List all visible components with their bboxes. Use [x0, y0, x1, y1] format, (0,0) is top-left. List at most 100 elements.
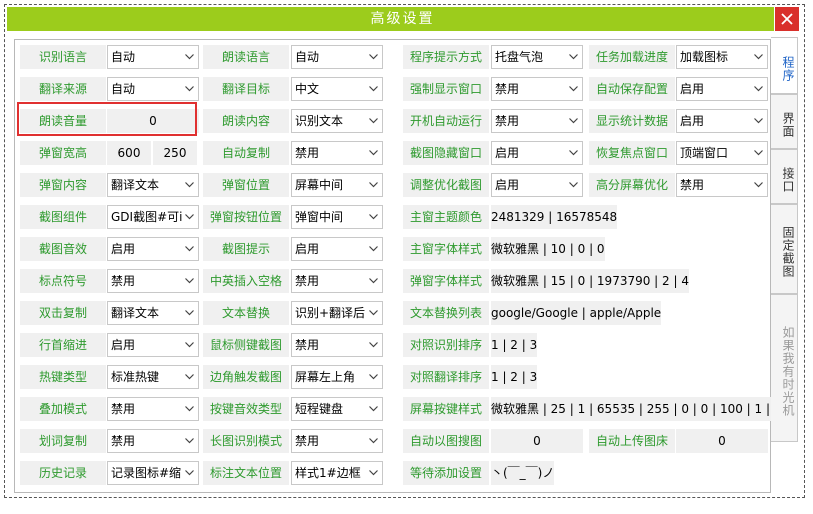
dropdown-value: 启用: [495, 146, 520, 160]
setting-value-wide[interactable]: 微软雅黑 | 10 | 0 | 0: [491, 237, 605, 261]
chevron-down-icon: [754, 54, 763, 60]
chevron-down-icon: [569, 182, 578, 188]
setting-label: 屏幕按键样式: [403, 397, 489, 421]
setting-dropdown[interactable]: 托盘气泡: [491, 45, 583, 69]
setting-label: 自动以图搜图: [403, 429, 489, 453]
value-field[interactable]: 0: [491, 429, 583, 453]
dropdown-value: 短程键盘: [295, 402, 344, 416]
setting-dropdown[interactable]: 启用: [676, 109, 768, 133]
setting-dropdown[interactable]: 启用: [107, 237, 199, 261]
setting-label: 截图组件: [20, 205, 106, 229]
chevron-down-icon: [369, 182, 378, 188]
setting-dropdown[interactable]: 翻译文本: [107, 301, 199, 325]
setting-dropdown[interactable]: 屏幕中间: [291, 173, 383, 197]
value-field[interactable]: 0: [676, 429, 768, 453]
setting-label: 中英插入空格: [203, 269, 289, 293]
chevron-down-icon: [754, 118, 763, 124]
setting-dropdown[interactable]: 屏幕左上角: [291, 365, 383, 389]
setting-dropdown[interactable]: 样式1#边框: [291, 461, 383, 485]
setting-dropdown[interactable]: 启用: [491, 173, 583, 197]
setting-value-wide[interactable]: google/Google | apple/Apple: [491, 301, 662, 325]
value-field[interactable]: 600: [107, 141, 151, 165]
setting-dropdown[interactable]: 禁用: [676, 173, 768, 197]
tab-2[interactable]: 界面: [771, 94, 798, 149]
setting-dropdown[interactable]: 禁用: [291, 141, 383, 165]
chevron-down-icon: [185, 246, 194, 252]
setting-dropdown[interactable]: 识别文本: [291, 109, 383, 133]
dropdown-value: 禁用: [295, 434, 320, 448]
close-button[interactable]: [774, 6, 800, 32]
dropdown-value: 屏幕中间: [295, 178, 344, 192]
setting-label: 双击复制: [20, 301, 106, 325]
setting-value-wide[interactable]: 丶(￣_￣)ノ: [491, 461, 555, 485]
chevron-down-icon: [185, 278, 194, 284]
value-field[interactable]: 250: [153, 141, 197, 165]
setting-dropdown[interactable]: 记录图标#缩: [107, 461, 199, 485]
setting-value-wide[interactable]: 1 | 2 | 3: [491, 333, 538, 357]
setting-label: 朗读音量: [20, 109, 106, 133]
chevron-down-icon: [185, 342, 194, 348]
value-field[interactable]: 0: [107, 109, 199, 133]
dropdown-value: 启用: [295, 242, 320, 256]
setting-label: 叠加模式: [20, 397, 106, 421]
setting-value-wide[interactable]: 1 | 2 | 3: [491, 365, 538, 389]
chevron-down-icon: [569, 54, 578, 60]
setting-value-wide[interactable]: 2481329 | 16578548: [491, 205, 618, 229]
setting-dropdown[interactable]: 标准热键: [107, 365, 199, 389]
setting-dropdown[interactable]: 禁用: [491, 109, 583, 133]
dropdown-value: 禁用: [295, 274, 320, 288]
setting-dropdown[interactable]: GDI截图#可i: [107, 205, 199, 229]
setting-dropdown[interactable]: 禁用: [107, 269, 199, 293]
setting-dropdown[interactable]: 禁用: [291, 333, 383, 357]
tab-1[interactable]: 程序: [771, 37, 798, 94]
setting-dropdown[interactable]: 启用: [107, 333, 199, 357]
tab-4[interactable]: 固定截图: [771, 204, 798, 294]
dropdown-value: 禁用: [295, 146, 320, 160]
setting-label: 截图隐藏窗口: [403, 141, 489, 165]
setting-dropdown[interactable]: 翻译文本: [107, 173, 199, 197]
setting-label: 标点符号: [20, 269, 106, 293]
setting-dropdown[interactable]: 禁用: [107, 429, 199, 453]
chevron-down-icon: [185, 310, 194, 316]
setting-label: 截图音效: [20, 237, 106, 261]
setting-label: 文本替换列表: [403, 301, 489, 325]
setting-dropdown[interactable]: 禁用: [107, 397, 199, 421]
setting-value-wide[interactable]: 微软雅黑 | 15 | 0 | 1973790 | 2 | 4: [491, 269, 689, 293]
setting-dropdown[interactable]: 禁用: [291, 269, 383, 293]
chevron-down-icon: [369, 278, 378, 284]
setting-dropdown[interactable]: 短程键盘: [291, 397, 383, 421]
setting-value-wide[interactable]: 微软雅黑 | 25 | 1 | 65535 | 255 | 0 | 0 | 10…: [491, 397, 782, 421]
setting-label: 高分屏幕优化: [589, 173, 675, 197]
chevron-down-icon: [754, 86, 763, 92]
tab-3[interactable]: 接口: [771, 149, 798, 204]
setting-dropdown[interactable]: 启用: [291, 237, 383, 261]
setting-dropdown[interactable]: 禁用: [491, 77, 583, 101]
setting-dropdown[interactable]: 启用: [491, 141, 583, 165]
setting-dropdown[interactable]: 识别+翻译后: [291, 301, 383, 325]
chevron-down-icon: [185, 406, 194, 412]
setting-dropdown[interactable]: 顶端窗口: [676, 141, 768, 165]
dropdown-value: 样式1#边框: [295, 466, 361, 480]
setting-dropdown[interactable]: 禁用: [291, 429, 383, 453]
setting-dropdown[interactable]: 自动: [107, 45, 199, 69]
setting-dropdown[interactable]: 加载图标: [676, 45, 768, 69]
dropdown-value: 禁用: [495, 82, 520, 96]
setting-label: 标注文本位置: [203, 461, 289, 485]
setting-dropdown[interactable]: 启用: [676, 77, 768, 101]
setting-dropdown[interactable]: 弹窗中间: [291, 205, 383, 229]
dropdown-value: GDI截图#可i: [111, 210, 183, 224]
chevron-down-icon: [369, 118, 378, 124]
setting-label: 弹窗按钮位置: [203, 205, 289, 229]
chevron-down-icon: [369, 438, 378, 444]
setting-dropdown[interactable]: 中文: [291, 77, 383, 101]
tab-5[interactable]: 如果我有时光机: [771, 294, 798, 442]
dropdown-value: 启用: [680, 114, 705, 128]
setting-dropdown[interactable]: 自动: [291, 45, 383, 69]
setting-label: 对照翻译排序: [403, 365, 489, 389]
chevron-down-icon: [185, 214, 194, 220]
chevron-down-icon: [369, 246, 378, 252]
setting-dropdown[interactable]: 自动: [107, 77, 199, 101]
dropdown-value: 记录图标#缩: [111, 466, 182, 480]
setting-label: 任务加载进度: [589, 45, 675, 69]
chevron-down-icon: [369, 374, 378, 380]
